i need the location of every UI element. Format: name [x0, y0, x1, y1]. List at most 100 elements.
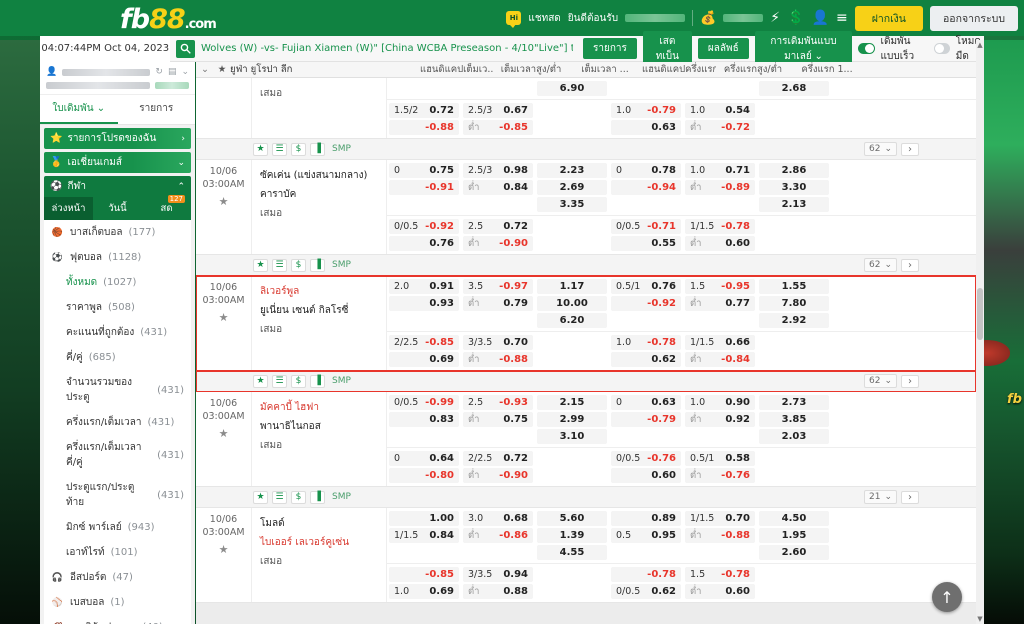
sidebar-item-asian-games[interactable]: 🥇 เอเชี่ยนเกมส์ ⌄ [44, 152, 191, 173]
sidebar-item-13[interactable]: ⚾ เบสบอล (1) [44, 590, 191, 615]
collapse-chevron-icon[interactable]: ⌄ [196, 64, 214, 75]
home-team-name[interactable]: ลิเวอร์พูล [260, 282, 378, 301]
stats-icon[interactable]: ☰ [272, 374, 287, 388]
tab-mybets[interactable]: รายการ [118, 95, 196, 124]
bar-chart-icon[interactable]: ▐ [310, 142, 325, 156]
odds-cell-ou-1h-under-alt[interactable]: ต่ำ 0.60 [685, 584, 755, 599]
dark-mode-toggle[interactable] [933, 43, 950, 54]
odds-cell-ou-1h-under[interactable]: ต่ำ 0.77 [685, 296, 755, 311]
away-team-name[interactable]: ไบเออร์ เลเวอร์คูเซ่น [260, 533, 378, 552]
odds-cell-ou-ft-over[interactable]: 2.5/3 0.98 [463, 163, 533, 178]
odds-cell-ah-1h-home[interactable]: 1.0 -0.79 [611, 103, 681, 118]
odds-1x2-ft[interactable]: 6.90 [537, 81, 607, 96]
odds-cell-ou-1h-over-alt[interactable]: 0.5/1 0.58 [685, 451, 755, 466]
sidebar-item-favourites[interactable]: ⭐ รายการโปรดของฉัน › [44, 128, 191, 149]
search-icon[interactable] [176, 39, 195, 58]
bar-chart-icon[interactable]: ▐ [310, 258, 325, 272]
user-icon[interactable]: 👤 [812, 11, 829, 25]
odds-cell-ou-ft-over-alt[interactable]: 3/3.5 0.70 [463, 335, 533, 350]
odds-cell-1x2-1h-draw[interactable]: 2.92 [759, 313, 829, 328]
odds-cell-ah-ft-away[interactable]: -0.91 [389, 180, 459, 195]
odds-cell-ah-1h-away-alt[interactable]: 0.60 [611, 468, 681, 483]
odds-cell-ou-1h-under-alt[interactable]: ต่ำ -0.84 [685, 352, 755, 367]
sidebar-item-5[interactable]: คี่/คู่ (685) [44, 345, 191, 370]
odds-cell-ou-ft-over-alt[interactable]: 2.5 0.72 [463, 219, 533, 234]
wallet-icon[interactable]: ▤ [168, 67, 177, 77]
sidebar-item-11[interactable]: เอาท์ไรท์ (101) [44, 540, 191, 565]
odds-cell-ah-ft-away-alt[interactable]: 1.0 0.69 [389, 584, 459, 599]
star-icon[interactable]: ★ [253, 374, 268, 388]
site-logo[interactable]: fb88.com [120, 4, 217, 35]
odds-cell-ou-ft-under[interactable]: ต่ำ -0.85 [463, 120, 533, 135]
quick-bet-toggle[interactable] [858, 43, 875, 54]
logout-button[interactable]: ออกจากระบบ [930, 5, 1018, 31]
sidebar-item-0[interactable]: 🏀 บาสเก็ตบอล (177) [44, 220, 191, 245]
odds-cell-ou-ft-over[interactable]: 3.0 0.68 [463, 511, 533, 526]
odds-cell-ah-1h-home-alt[interactable]: 0/0.5 -0.71 [611, 219, 681, 234]
star-icon[interactable]: ★ [196, 427, 251, 442]
odds-cell-ou-ft-under-alt[interactable]: ต่ำ 0.88 [463, 584, 533, 599]
odds-cell-ou-1h-under[interactable]: ต่ำ 0.92 [685, 412, 755, 427]
tab-list-button[interactable]: รายการ [582, 38, 637, 59]
odds-cell-1x2-ft-home[interactable]: 1.17 [537, 279, 607, 294]
dollar-icon[interactable]: $ [291, 374, 306, 388]
odds-cell-1x2-1h-home[interactable]: 2.86 [759, 163, 829, 178]
odds-cell-ou-1h-over-alt[interactable]: 1.5 -0.78 [685, 567, 755, 582]
sidebar-item-7[interactable]: ครึ่งแรก/เต็มเวลา (431) [44, 410, 191, 435]
odds-cell-ah-1h-away[interactable]: -0.92 [611, 296, 681, 311]
star-icon[interactable]: ★ [196, 543, 251, 558]
lightning-icon[interactable]: ⚡ [770, 11, 780, 25]
odds-1x2-1h[interactable]: 2.68 [759, 81, 829, 96]
odds-cell-ah-ft-away-alt[interactable]: -0.80 [389, 468, 459, 483]
odds-cell-ah-ft-away[interactable]: 0.93 [389, 296, 459, 311]
scrollbar-thumb[interactable] [977, 288, 983, 340]
odds-cell-1x2-1h-away[interactable]: 7.80 [759, 296, 829, 311]
odds-cell-ou-ft-under[interactable]: ต่ำ 0.79 [463, 296, 533, 311]
odds-cell-1x2-1h-home[interactable]: 1.55 [759, 279, 829, 294]
away-team-name[interactable]: ยูเนี่ยน เซนต์ กิลโรซี่ [260, 301, 378, 320]
odds-cell-ah-ft-home[interactable]: 0 0.75 [389, 163, 459, 178]
chevron-down-icon[interactable]: ⌄ [181, 67, 189, 77]
dollar-icon[interactable]: $ [291, 258, 306, 272]
odds-cell-ou-1h-under-alt[interactable]: ต่ำ 0.60 [685, 236, 755, 251]
odds-cell-1x2-1h-away[interactable]: 1.95 [759, 528, 829, 543]
sidebar-item-8[interactable]: ครึ่งแรก/เต็มเวลา คี่/คู่ (431) [44, 435, 191, 475]
stats-icon[interactable]: ☰ [272, 142, 287, 156]
home-team-name[interactable]: ซัคเค่น (แข่งสนามกลาง) [260, 166, 378, 185]
odds-cell-ou-1h-over[interactable]: 1/1.5 0.70 [685, 511, 755, 526]
coin-deposit-icon[interactable]: 💰 [700, 12, 716, 25]
tab-betslip[interactable]: ใบเดิมพัน ⌄ [40, 95, 118, 124]
odds-cell-ou-1h-over-alt[interactable]: 1/1.5 0.66 [685, 335, 755, 350]
star-icon[interactable]: ★ [253, 142, 268, 156]
star-icon[interactable]: ★ [196, 195, 251, 210]
odds-cell-ou-ft-over-alt[interactable]: 2/2.5 0.72 [463, 451, 533, 466]
smp-label[interactable]: SMP [329, 143, 354, 156]
page-size-select[interactable]: 21 ⌄ [864, 490, 897, 504]
odds-cell-1x2-ft-draw[interactable]: 3.35 [537, 197, 607, 212]
odds-cell-1x2-ft-away[interactable]: 1.39 [537, 528, 607, 543]
home-team-name[interactable]: โมลด์ [260, 514, 378, 533]
dollar-icon[interactable]: $ [291, 142, 306, 156]
odds-cell-ah-1h-away-alt[interactable]: 0/0.5 0.62 [611, 584, 681, 599]
odds-cell-ou-ft-over-alt[interactable]: 3/3.5 0.94 [463, 567, 533, 582]
away-team-name[interactable]: คาราบัค [260, 185, 378, 204]
star-icon[interactable]: ★ [253, 258, 268, 272]
next-page-button[interactable]: › [901, 258, 919, 272]
odds-cell-ah-ft-home-alt[interactable]: 0/0.5 -0.92 [389, 219, 459, 234]
table-row[interactable]: 10/06 03:00AM ★ ซัคเค่น (แข่งสนามกลาง) คาราบ… [196, 160, 976, 255]
odds-cell-ah-1h-home-alt[interactable]: 0/0.5 -0.76 [611, 451, 681, 466]
odds-cell-1x2-ft-draw[interactable]: 4.55 [537, 545, 607, 560]
odds-cell-ou-ft-over[interactable]: 2.5 -0.93 [463, 395, 533, 410]
sidebar-item-3[interactable]: ราคาพูล (508) [44, 295, 191, 320]
odds-cell-ah-1h-home[interactable]: 0 0.78 [611, 163, 681, 178]
odds-cell-ou-ft-under[interactable]: ต่ำ -0.86 [463, 528, 533, 543]
away-team-name[interactable]: พานาธิไนกอส [260, 417, 378, 436]
odds-cell-1x2-ft-home[interactable]: 5.60 [537, 511, 607, 526]
odds-cell-1x2-ft-away[interactable]: 10.00 [537, 296, 607, 311]
page-size-select[interactable]: 62 ⌄ [864, 258, 897, 272]
odds-cell-1x2-ft-away[interactable]: 2.99 [537, 412, 607, 427]
odds-cell-ah-ft-home[interactable]: 2.0 0.91 [389, 279, 459, 294]
odds-cell-1x2-1h-draw[interactable]: 2.13 [759, 197, 829, 212]
odds-cell-1x2-1h-away[interactable]: 3.30 [759, 180, 829, 195]
odds-cell-ou-ft-under-alt[interactable]: ต่ำ -0.90 [463, 468, 533, 483]
